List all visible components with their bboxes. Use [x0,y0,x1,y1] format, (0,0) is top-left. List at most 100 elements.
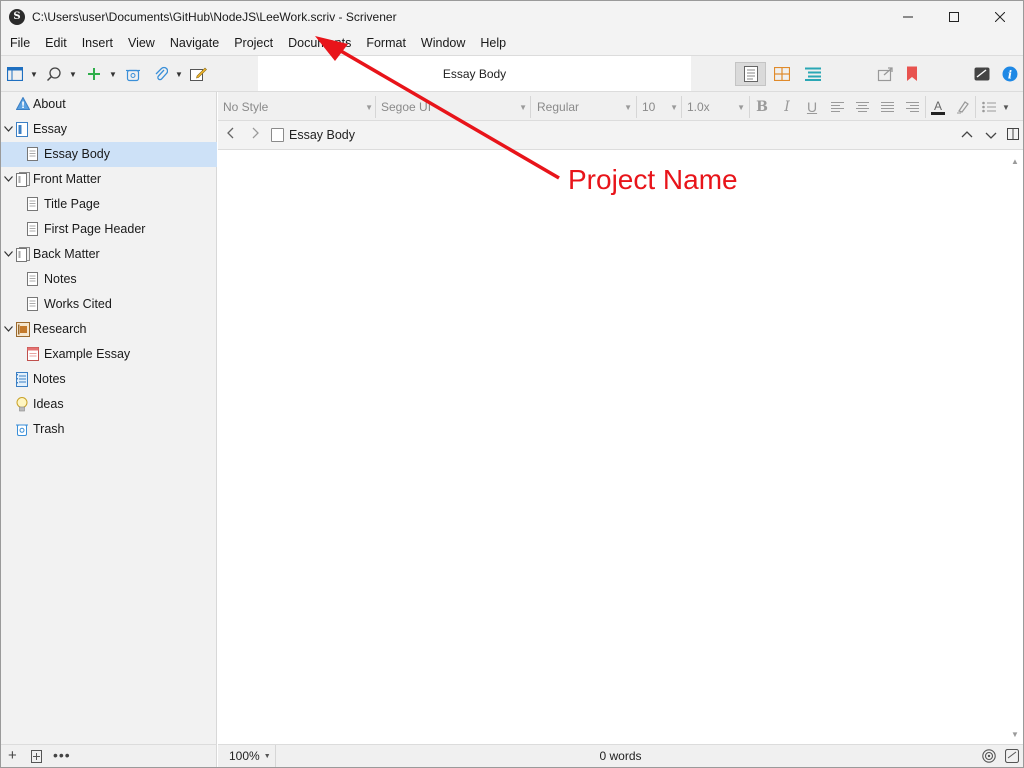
binder-item[interactable]: Title Page [1,192,217,217]
menu-project[interactable]: Project [226,32,280,55]
bookmarks-button[interactable] [906,65,918,83]
minimize-button[interactable] [885,1,931,32]
scroll-down-icon[interactable]: ▼ [1011,730,1019,739]
move-to-trash-icon [126,69,140,81]
menu-file[interactable]: File [2,32,37,55]
back-button[interactable] [226,126,236,144]
list-dropdown-caret[interactable]: ▼ [1000,98,1012,116]
add-button[interactable] [87,65,101,83]
document-checkbox[interactable] [271,128,284,142]
binder-item[interactable]: Essay [1,117,217,142]
underline-button[interactable]: U [803,98,821,116]
document-title: Essay Body [442,66,507,81]
align-left-button[interactable] [828,98,846,116]
attachment-button[interactable] [154,65,168,83]
menu-format[interactable]: Format [358,32,413,55]
share-export-icon [877,67,893,82]
compile-button[interactable] [877,65,895,83]
add-item-button[interactable]: + [8,747,17,764]
search-dropdown-caret[interactable]: ▼ [69,65,77,83]
more-options-button[interactable]: ••• [53,747,71,763]
italic-button[interactable]: I [778,98,796,116]
font-weight-select[interactable]: Regular ▼ [537,97,632,117]
split-editor-button[interactable] [1007,127,1019,144]
previous-document-button[interactable] [961,127,973,144]
menu-bar: File Edit Insert View Navigate Project D… [1,32,1023,55]
close-button[interactable] [977,1,1023,32]
comment-button[interactable] [1004,748,1020,766]
ellipsis-icon: ••• [53,747,71,763]
scrivenings-view-button[interactable] [735,62,766,86]
binder-item[interactable]: ! About [1,92,217,117]
menu-help[interactable]: Help [472,32,513,55]
scroll-up-icon[interactable]: ▲ [1011,157,1019,166]
bold-button[interactable]: B [753,98,771,116]
editor-text-area[interactable] [218,151,1007,744]
editor-scrollbar[interactable]: ▲ ▼ [1007,151,1023,744]
binder-item[interactable]: Works Cited [1,292,217,317]
bold-icon: B [756,99,768,115]
menu-insert[interactable]: Insert [74,32,120,55]
binder-item[interactable]: Notes [1,267,217,292]
research-folder-icon [16,322,30,337]
edit-note-icon [190,67,207,81]
binder-item[interactable]: Notes [1,367,217,392]
header-document-title[interactable]: Essay Body [289,128,355,142]
chevron-down-icon[interactable] [3,249,13,259]
binder-layout-button[interactable] [7,65,23,83]
add-dropdown-caret[interactable]: ▼ [109,65,117,83]
forward-button[interactable] [250,126,260,144]
binder-item[interactable]: Research [1,317,217,342]
chevron-down-icon[interactable] [3,324,13,334]
add-folder-button[interactable] [31,750,42,766]
list-button[interactable] [980,98,998,116]
style-select[interactable]: No Style ▼ [223,97,373,117]
quick-reference-button[interactable] [190,65,207,83]
corkboard-view-button[interactable] [766,62,797,86]
binder-item[interactable]: Trash [1,417,217,442]
menu-navigate[interactable]: Navigate [162,32,226,55]
font-select[interactable]: Segoe UI ▼ [381,97,527,117]
menu-documents[interactable]: Documents [280,32,358,55]
chevron-down-icon[interactable] [3,124,13,134]
align-center-button[interactable] [853,98,871,116]
layout-icon [7,67,23,81]
align-justify-button[interactable] [878,98,896,116]
menu-window[interactable]: Window [413,32,472,55]
menu-view[interactable]: View [120,32,162,55]
font-size-select[interactable]: 10 ▼ [642,97,678,117]
search-button[interactable] [46,65,62,83]
chevron-down-icon[interactable] [3,174,13,184]
text-color-button[interactable]: A [929,98,947,116]
layout-dropdown-caret[interactable]: ▼ [30,65,38,83]
highlight-button[interactable] [954,98,972,116]
align-left-icon [830,101,844,112]
inspector-button[interactable]: i [1002,65,1018,83]
binder-item-label: Back Matter [33,247,100,261]
style-value: No Style [223,100,269,114]
binder-item[interactable]: Ideas [1,392,217,417]
corkboard-icon [773,67,790,81]
binder-item-label: Research [33,322,87,336]
binder-item[interactable]: Back Matter [1,242,217,267]
maximize-button[interactable] [931,1,977,32]
document-icon [27,222,39,236]
next-document-button[interactable] [985,127,997,144]
stack-folder-icon [16,172,30,187]
binder-item[interactable]: Front Matter [1,167,217,192]
binder-item[interactable]: First Page Header [1,217,217,242]
window-title: C:\Users\user\Documents\GitHub\NodeJS\Le… [32,9,397,24]
trash-toolbar-button[interactable] [125,65,141,83]
attachment-dropdown-caret[interactable]: ▼ [175,65,183,83]
binder-item[interactable]: Example Essay [1,342,217,367]
document-title-field[interactable]: Essay Body [258,56,691,91]
annotation-label: Project Name [568,164,738,195]
chevron-down-icon: ▼ [624,102,632,112]
outliner-view-button[interactable] [797,62,828,86]
line-spacing-select[interactable]: 1.0x ▼ [687,97,745,117]
binder-item[interactable]: Essay Body [1,142,217,167]
menu-edit[interactable]: Edit [37,32,74,55]
composition-mode-button[interactable] [974,65,990,83]
target-button[interactable] [982,749,996,766]
align-right-button[interactable] [903,98,921,116]
